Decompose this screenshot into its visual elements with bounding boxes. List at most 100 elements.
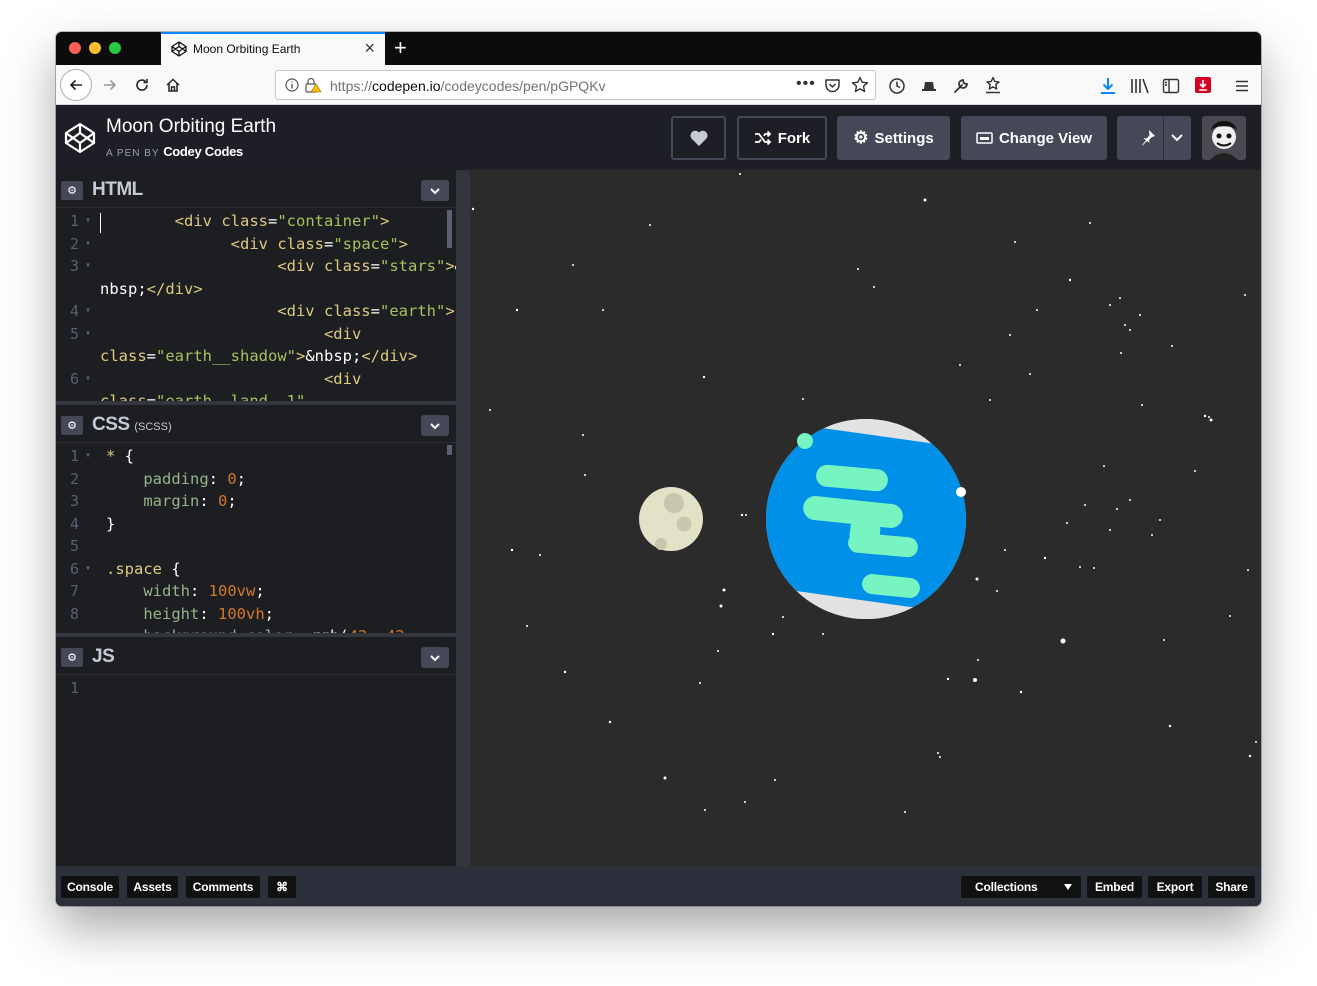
assets-button[interactable]: Assets xyxy=(127,876,178,898)
css-code-editor[interactable]: 1 ▾ * { 2 padding: 0; 3 margin: 0; 4} 5 6 ▾… xyxy=(56,443,456,633)
author-link[interactable]: Codey Codes xyxy=(163,144,243,159)
share-button[interactable]: Share xyxy=(1208,876,1255,898)
codepen-logo-icon[interactable] xyxy=(64,122,96,154)
navigation-bar: https://codepen.io/codeycodes/pen/pGPQKv… xyxy=(56,65,1261,105)
arrow-left-icon xyxy=(69,79,82,91)
url-text[interactable]: https://codepen.io/codeycodes/pen/pGPQKv xyxy=(330,78,606,94)
css-collapse-button[interactable] xyxy=(421,415,449,436)
html-scrollbar[interactable] xyxy=(447,210,452,248)
arrow-right-icon xyxy=(104,79,117,91)
avatar[interactable] xyxy=(1202,116,1246,160)
fork-button[interactable]: Fork xyxy=(737,116,827,160)
comments-button[interactable]: Comments xyxy=(186,876,260,898)
result-preview[interactable] xyxy=(470,170,1261,866)
css-preprocessor-label: (SCSS) xyxy=(134,421,172,433)
heart-button[interactable] xyxy=(671,116,726,160)
code-text: margin: 0; xyxy=(143,492,237,510)
pocket-icon[interactable] xyxy=(824,77,841,94)
html-code-editor[interactable]: 1 ▾ <div class="container"> 2 ▾ <div class… xyxy=(56,208,456,401)
browser-tab[interactable]: Moon Orbiting Earth × xyxy=(161,32,385,65)
code-text: <div class="stars">& xyxy=(277,257,456,275)
browser-window: Moon Orbiting Earth × + https://codepen.… xyxy=(56,32,1261,906)
reload-button[interactable] xyxy=(126,69,158,101)
user-avatar-image xyxy=(1202,116,1246,160)
code-text: * { xyxy=(106,447,135,465)
editor-footer: Console Assets Comments ⌘ Collections Em… xyxy=(56,866,1261,906)
code-text: <div xyxy=(323,370,362,388)
code-text: <div class="earth"> xyxy=(277,302,455,320)
close-tab-icon[interactable]: × xyxy=(364,38,375,58)
code-text: } xyxy=(106,515,116,533)
downloads-icon[interactable] xyxy=(1099,76,1117,96)
pin-icon xyxy=(1142,130,1155,146)
info-icon[interactable] xyxy=(285,78,299,92)
collections-label: Collections xyxy=(975,880,1038,894)
js-panel-header: ⚙ JS xyxy=(56,637,456,675)
hamburger-menu-icon[interactable] xyxy=(1233,77,1251,95)
console-button[interactable]: Console xyxy=(61,876,119,898)
minimize-window-button[interactable] xyxy=(89,42,101,54)
code-text: height: 100vh; xyxy=(143,605,275,623)
extension-hat-icon[interactable] xyxy=(920,77,938,95)
code-text: <div class="space"> xyxy=(230,235,409,253)
change-view-button[interactable]: Change View xyxy=(961,116,1107,160)
insecure-lock-icon[interactable] xyxy=(304,77,322,93)
js-code-editor[interactable]: 1 xyxy=(56,675,456,866)
css-scrollbar[interactable] xyxy=(447,445,452,455)
url-prefix: https:// xyxy=(330,78,373,94)
fork-icon xyxy=(754,130,772,146)
pin-button[interactable] xyxy=(1117,116,1191,160)
home-button[interactable] xyxy=(157,69,189,101)
css-settings-gear-icon[interactable]: ⚙ xyxy=(61,416,83,435)
new-tab-button[interactable]: + xyxy=(394,34,407,62)
gear-icon: ⚙ xyxy=(853,128,869,147)
editor-preview-resizer[interactable] xyxy=(456,170,470,866)
sidebar-icon[interactable] xyxy=(1162,77,1180,95)
close-window-button[interactable] xyxy=(69,42,81,54)
reload-icon xyxy=(136,79,148,91)
code-text: <div xyxy=(323,325,362,343)
forward-button[interactable] xyxy=(94,69,126,101)
caret-down-icon xyxy=(1064,884,1072,890)
heart-icon xyxy=(689,130,708,146)
zoom-window-button[interactable] xyxy=(109,42,121,54)
settings-button[interactable]: ⚙ Settings xyxy=(837,116,950,160)
history-icon[interactable] xyxy=(888,77,906,95)
starred-extension-icon[interactable] xyxy=(984,76,1002,94)
library-icon[interactable] xyxy=(1130,77,1150,95)
chevron-down-icon xyxy=(1171,134,1183,142)
page-actions-icon[interactable]: ••• xyxy=(796,75,816,93)
codepen-header: Moon Orbiting Earth A PEN BY Codey Codes… xyxy=(56,106,1261,170)
js-panel-title: JS xyxy=(92,646,115,667)
keyboard-shortcuts-button[interactable]: ⌘ xyxy=(268,876,296,898)
export-button[interactable]: Export xyxy=(1148,876,1202,898)
code-text: width: 100vw; xyxy=(143,582,265,600)
download-helper-icon[interactable] xyxy=(1195,77,1211,93)
js-settings-gear-icon[interactable]: ⚙ xyxy=(61,648,83,667)
collections-dropdown[interactable]: Collections xyxy=(961,876,1081,898)
space-scene xyxy=(471,173,1257,813)
chevron-down-icon xyxy=(430,654,440,661)
back-button[interactable] xyxy=(60,69,92,101)
tab-strip: Moon Orbiting Earth × + xyxy=(56,32,1261,65)
html-settings-gear-icon[interactable]: ⚙ xyxy=(61,181,83,200)
url-path: /codeycodes/pen/pGPQKv xyxy=(440,78,606,94)
home-icon xyxy=(166,78,180,92)
wrench-icon[interactable] xyxy=(952,77,970,95)
layout-icon xyxy=(976,132,993,144)
bookmark-star-icon[interactable] xyxy=(851,76,869,94)
code-text: <div class="container"> xyxy=(174,212,390,230)
pen-title: Moon Orbiting Earth xyxy=(106,116,277,137)
editor-column: ⚙ HTML 1 ▾ <div class="container"> 2 ▾ <di… xyxy=(56,170,456,866)
css-panel-title: CSS (SCSS) xyxy=(92,414,172,436)
chevron-down-icon xyxy=(430,422,440,429)
html-collapse-button[interactable] xyxy=(421,180,449,201)
earth xyxy=(766,419,966,619)
code-text: class="earth__shadow">&nbsp;</div> xyxy=(100,347,418,365)
moon xyxy=(639,487,703,551)
url-domain: codepen.io xyxy=(372,78,441,94)
js-collapse-button[interactable] xyxy=(421,647,449,668)
url-bar[interactable]: https://codepen.io/codeycodes/pen/pGPQKv… xyxy=(275,70,876,100)
embed-button[interactable]: Embed xyxy=(1087,876,1142,898)
fork-label: Fork xyxy=(777,129,811,147)
